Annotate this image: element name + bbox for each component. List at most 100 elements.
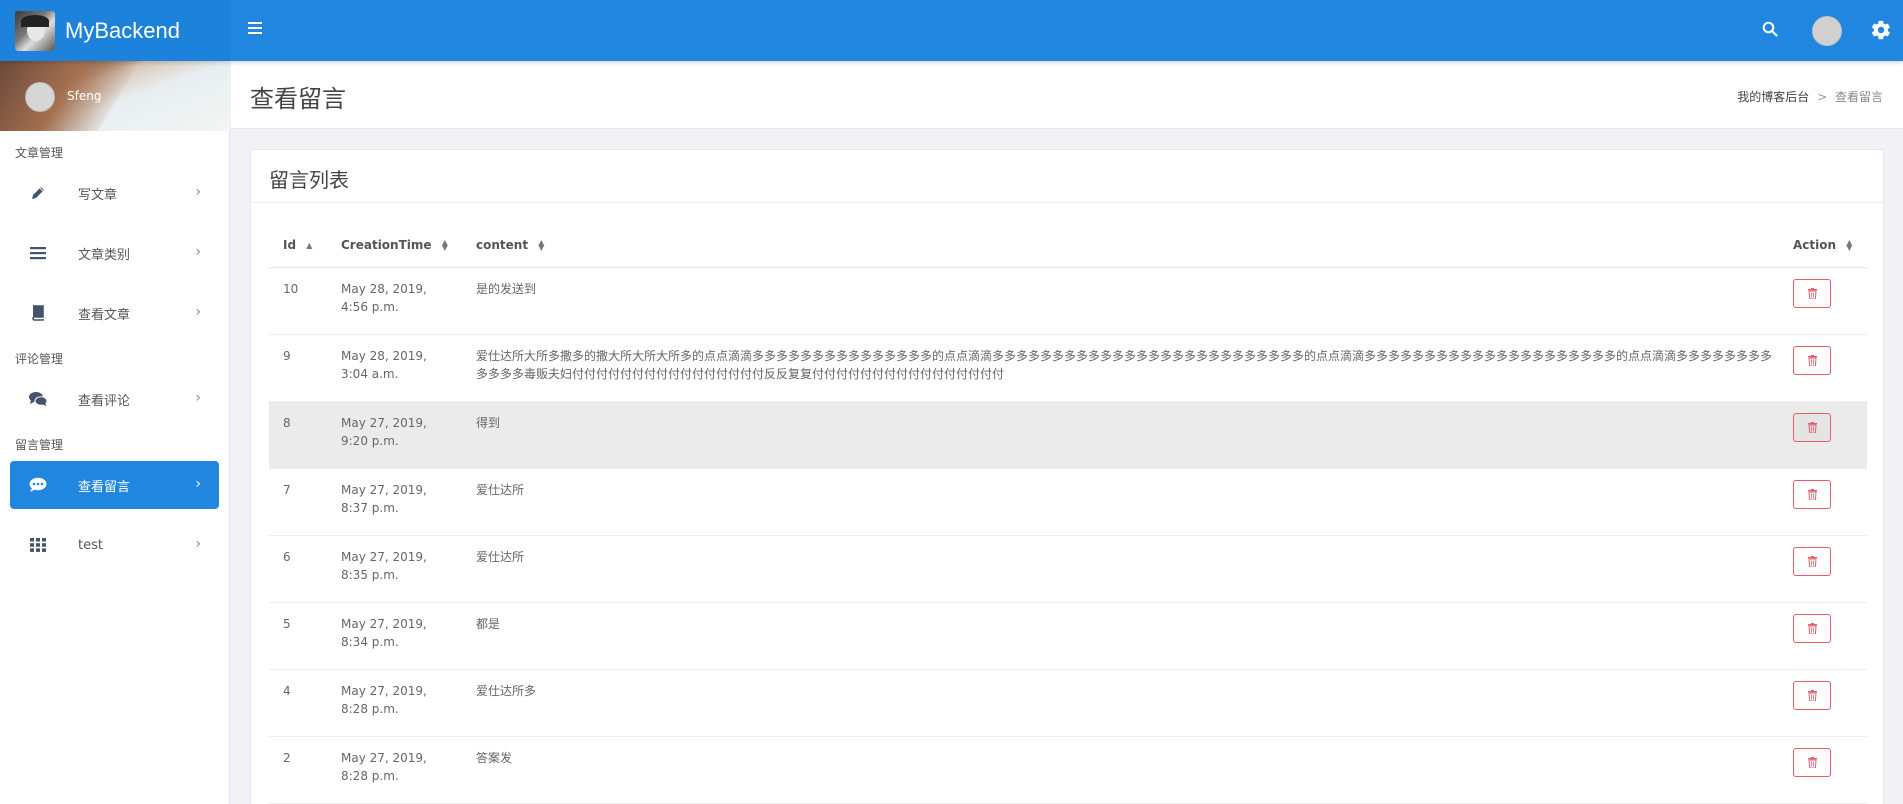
cell-content: 爱仕达所多: [462, 669, 1779, 737]
delete-button[interactable]: [1793, 546, 1831, 576]
cell-creation-time: May 28, 2019, 3:04 a.m.: [327, 334, 462, 402]
cell-action: [1779, 401, 1867, 469]
logo: [15, 10, 55, 51]
cell-action: [1779, 669, 1867, 737]
cell-creation-time: May 27, 2019, 8:37 p.m.: [327, 468, 462, 536]
page-header: 查看留言 我的博客后台 > 查看留言: [231, 61, 1903, 129]
sort-icon: ▲ ▼: [1846, 238, 1853, 253]
cell-id: 8: [269, 401, 327, 469]
table-header-row: Id ▲ CreationTime ▲ ▼ content ▲ ▼ Action ▲…: [269, 223, 1867, 268]
table-row: 9 May 28, 2019, 3:04 a.m. 爱仕达所大所多撒多的撒大所大所大所…: [269, 334, 1867, 402]
sidebar-item-label: test: [78, 537, 103, 553]
user-panel: Sfeng: [0, 61, 230, 131]
cell-action: [1779, 334, 1867, 402]
sidebar-item-label: 查看文章: [78, 307, 131, 323]
pencil-icon: [28, 183, 48, 203]
sidebar-item-write-article[interactable]: 写文章 ›: [10, 169, 219, 217]
card-divider: [251, 202, 1883, 203]
card-title: 留言列表: [269, 168, 349, 192]
grid-icon: [28, 535, 48, 555]
table-row: 7 May 27, 2019, 8:37 p.m. 爱仕达所: [269, 468, 1867, 536]
table-row: 10 May 28, 2019, 4:56 p.m. 是的发送到: [269, 267, 1867, 335]
cell-creation-time: May 27, 2019, 8:28 p.m.: [327, 669, 462, 737]
column-header-id[interactable]: Id ▲: [269, 223, 327, 268]
table-row: 6 May 27, 2019, 8:35 p.m. 爱仕达所: [269, 535, 1867, 603]
cell-id: 7: [269, 468, 327, 536]
cell-id: 10: [269, 267, 327, 335]
column-header-creation-time[interactable]: CreationTime ▲ ▼: [327, 223, 462, 268]
breadcrumb: 我的博客后台 > 查看留言: [1737, 88, 1883, 105]
column-header-content[interactable]: content ▲ ▼: [462, 223, 1779, 268]
chevron-right-icon: ›: [195, 476, 201, 492]
table-row: 8 May 27, 2019, 9:20 p.m. 得到: [269, 401, 1867, 469]
breadcrumb-root[interactable]: 我的博客后台: [1737, 90, 1809, 104]
chevron-right-icon: ›: [195, 536, 201, 552]
column-header-action[interactable]: Action ▲ ▼: [1779, 223, 1867, 268]
cell-creation-time: May 27, 2019, 8:28 p.m.: [327, 736, 462, 804]
sidebar-item-label: 写文章: [78, 187, 118, 203]
sidebar: Sfeng 文章管理 写文章 › 文章类别 › 查看文章 › 评论管理 查看评论…: [0, 61, 230, 804]
cell-id: 2: [269, 736, 327, 804]
cell-action: [1779, 468, 1867, 536]
brand[interactable]: MyBackend: [0, 0, 230, 61]
nav-header-comments: 评论管理: [15, 352, 64, 366]
trash-icon: [1808, 689, 1817, 701]
cell-content: 爱仕达所: [462, 468, 1779, 536]
trash-icon: [1808, 756, 1817, 768]
breadcrumb-separator: >: [1817, 90, 1828, 104]
cell-action: [1779, 736, 1867, 804]
cell-id: 5: [269, 602, 327, 670]
table-row: 5 May 27, 2019, 8:34 p.m. 都是: [269, 602, 1867, 670]
nav-header-articles: 文章管理: [15, 146, 64, 160]
comment-dots-icon: [28, 475, 48, 495]
cell-id: 4: [269, 669, 327, 737]
search-icon[interactable]: [1762, 21, 1780, 39]
delete-button[interactable]: [1793, 345, 1831, 375]
user-name[interactable]: Sfeng: [67, 89, 101, 103]
delete-button[interactable]: [1793, 613, 1831, 643]
trash-icon: [1808, 354, 1817, 366]
chevron-right-icon: ›: [195, 184, 201, 200]
cell-creation-time: May 28, 2019, 4:56 p.m.: [327, 267, 462, 335]
cell-id: 9: [269, 334, 327, 402]
delete-button[interactable]: [1793, 747, 1831, 777]
cell-action: [1779, 267, 1867, 335]
trash-icon: [1808, 622, 1817, 634]
cell-content: 是的发送到: [462, 267, 1779, 335]
chevron-right-icon: ›: [195, 304, 201, 320]
sidebar-item-view-articles[interactable]: 查看文章 ›: [10, 289, 219, 337]
sidebar-item-article-category[interactable]: 文章类别 ›: [10, 229, 219, 277]
sort-icon: ▲ ▼: [538, 238, 545, 253]
delete-button[interactable]: [1793, 680, 1831, 710]
cell-id: 6: [269, 535, 327, 603]
chevron-right-icon: ›: [195, 244, 201, 260]
sidebar-item-view-messages[interactable]: 查看留言 ›: [10, 461, 219, 509]
book-icon: [28, 303, 48, 323]
trash-icon: [1808, 488, 1817, 500]
sidebar-item-test[interactable]: test ›: [10, 521, 219, 569]
gear-icon[interactable]: [1870, 19, 1892, 41]
sort-icon: ▲ ▼: [441, 238, 448, 253]
trash-icon: [1808, 555, 1817, 567]
trash-icon: [1808, 287, 1817, 299]
comments-icon: [28, 389, 48, 409]
avatar[interactable]: [1812, 16, 1842, 46]
sidebar-item-label: 文章类别: [78, 247, 131, 263]
delete-button[interactable]: [1793, 278, 1831, 308]
message-list-card: 留言列表 Id ▲ CreationTime ▲ ▼ content ▲ ▼ Act…: [250, 149, 1884, 804]
hamburger-icon[interactable]: [248, 22, 262, 36]
cell-content: 都是: [462, 602, 1779, 670]
table-row: 4 May 27, 2019, 8:28 p.m. 爱仕达所多: [269, 669, 1867, 737]
list-icon: [28, 243, 48, 263]
cell-creation-time: May 27, 2019, 8:34 p.m.: [327, 602, 462, 670]
delete-button[interactable]: [1793, 412, 1831, 442]
top-navbar: MyBackend: [0, 0, 1903, 61]
chevron-right-icon: ›: [195, 390, 201, 406]
sidebar-item-view-comments[interactable]: 查看评论 ›: [10, 375, 219, 423]
cell-content: 答案发: [462, 736, 1779, 804]
cell-content: 得到: [462, 401, 1779, 469]
user-avatar[interactable]: [25, 82, 55, 112]
cell-creation-time: May 27, 2019, 8:35 p.m.: [327, 535, 462, 603]
breadcrumb-current: 查看留言: [1834, 90, 1883, 104]
delete-button[interactable]: [1793, 479, 1831, 509]
